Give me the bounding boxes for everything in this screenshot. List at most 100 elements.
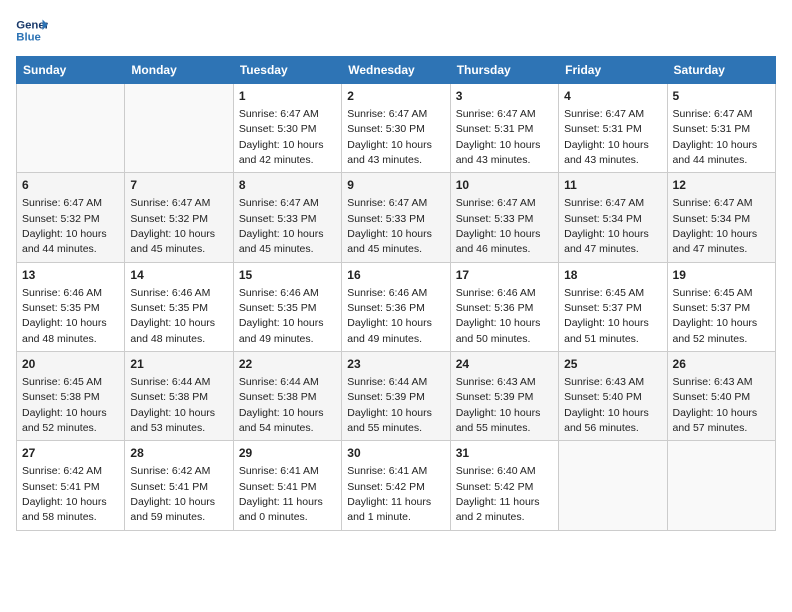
header-tuesday: Tuesday bbox=[233, 57, 341, 84]
cell-info: Sunrise: 6:47 AMSunset: 5:31 PMDaylight:… bbox=[564, 108, 649, 166]
calendar-cell: 14 Sunrise: 6:46 AMSunset: 5:35 PMDayligh… bbox=[125, 262, 233, 351]
cell-info: Sunrise: 6:44 AMSunset: 5:38 PMDaylight:… bbox=[130, 376, 215, 434]
svg-text:Blue: Blue bbox=[16, 32, 41, 44]
calendar-cell: 5 Sunrise: 6:47 AMSunset: 5:31 PMDaylight… bbox=[667, 84, 775, 173]
week-row-4: 20 Sunrise: 6:45 AMSunset: 5:38 PMDayligh… bbox=[17, 352, 776, 441]
cell-info: Sunrise: 6:47 AMSunset: 5:33 PMDaylight:… bbox=[347, 197, 432, 255]
day-number: 25 bbox=[564, 356, 661, 373]
calendar-cell bbox=[17, 84, 125, 173]
calendar-cell: 31 Sunrise: 6:40 AMSunset: 5:42 PMDayligh… bbox=[450, 441, 558, 530]
header-thursday: Thursday bbox=[450, 57, 558, 84]
page-header: General Blue bbox=[16, 16, 776, 44]
day-number: 11 bbox=[564, 177, 661, 194]
calendar-cell: 28Sunrise: 6:42 AMSunset: 5:41 PMDayligh… bbox=[125, 441, 233, 530]
cell-info: Sunrise: 6:46 AMSunset: 5:36 PMDaylight:… bbox=[347, 287, 432, 345]
calendar-cell: 23 Sunrise: 6:44 AMSunset: 5:39 PMDayligh… bbox=[342, 352, 450, 441]
calendar-cell: 15 Sunrise: 6:46 AMSunset: 5:35 PMDayligh… bbox=[233, 262, 341, 351]
calendar-cell: 6Sunrise: 6:47 AMSunset: 5:32 PMDaylight… bbox=[17, 173, 125, 262]
calendar-cell: 19 Sunrise: 6:45 AMSunset: 5:37 PMDayligh… bbox=[667, 262, 775, 351]
day-number: 16 bbox=[347, 267, 444, 284]
day-number: 23 bbox=[347, 356, 444, 373]
calendar-cell: 10Sunrise: 6:47 AMSunset: 5:33 PMDayligh… bbox=[450, 173, 558, 262]
cell-info: Sunrise: 6:46 AMSunset: 5:35 PMDaylight:… bbox=[239, 287, 324, 345]
calendar-cell: 22 Sunrise: 6:44 AMSunset: 5:38 PMDayligh… bbox=[233, 352, 341, 441]
day-number: 18 bbox=[564, 267, 661, 284]
calendar-cell: 17 Sunrise: 6:46 AMSunset: 5:36 PMDayligh… bbox=[450, 262, 558, 351]
day-number: 4 bbox=[564, 88, 661, 105]
cell-info: Sunrise: 6:45 AMSunset: 5:38 PMDaylight:… bbox=[22, 376, 107, 434]
day-number: 8 bbox=[239, 177, 336, 194]
week-row-1: 1 Sunrise: 6:47 AMSunset: 5:30 PMDaylight… bbox=[17, 84, 776, 173]
day-number: 29 bbox=[239, 445, 336, 462]
header-wednesday: Wednesday bbox=[342, 57, 450, 84]
header-friday: Friday bbox=[559, 57, 667, 84]
cell-info: Sunrise: 6:46 AMSunset: 5:36 PMDaylight:… bbox=[456, 287, 541, 345]
calendar-cell: 4 Sunrise: 6:47 AMSunset: 5:31 PMDaylight… bbox=[559, 84, 667, 173]
calendar-cell: 9 Sunrise: 6:47 AMSunset: 5:33 PMDaylight… bbox=[342, 173, 450, 262]
day-number: 6 bbox=[22, 177, 119, 194]
week-row-5: 27 Sunrise: 6:42 AMSunset: 5:41 PMDayligh… bbox=[17, 441, 776, 530]
calendar-cell bbox=[125, 84, 233, 173]
calendar-cell: 3Sunrise: 6:47 AMSunset: 5:31 PMDaylight… bbox=[450, 84, 558, 173]
day-number: 14 bbox=[130, 267, 227, 284]
day-number: 7 bbox=[130, 177, 227, 194]
logo: General Blue bbox=[16, 16, 52, 44]
cell-info: Sunrise: 6:46 AMSunset: 5:35 PMDaylight:… bbox=[22, 287, 107, 345]
day-number: 1 bbox=[239, 88, 336, 105]
cell-info: Sunrise: 6:47 AMSunset: 5:30 PMDaylight:… bbox=[239, 108, 324, 166]
day-number: 2 bbox=[347, 88, 444, 105]
cell-info: Sunrise: 6:46 AMSunset: 5:35 PMDaylight:… bbox=[130, 287, 215, 345]
cell-info: Sunrise: 6:47 AMSunset: 5:34 PMDaylight:… bbox=[673, 197, 758, 255]
day-number: 9 bbox=[347, 177, 444, 194]
cell-info: Sunrise: 6:45 AMSunset: 5:37 PMDaylight:… bbox=[673, 287, 758, 345]
calendar-cell: 26Sunrise: 6:43 AMSunset: 5:40 PMDayligh… bbox=[667, 352, 775, 441]
cell-info: Sunrise: 6:47 AMSunset: 5:34 PMDaylight:… bbox=[564, 197, 649, 255]
day-number: 31 bbox=[456, 445, 553, 462]
cell-info: Sunrise: 6:42 AMSunset: 5:41 PMDaylight:… bbox=[130, 465, 215, 523]
calendar-cell: 24Sunrise: 6:43 AMSunset: 5:39 PMDayligh… bbox=[450, 352, 558, 441]
day-number: 27 bbox=[22, 445, 119, 462]
calendar-cell: 8 Sunrise: 6:47 AMSunset: 5:33 PMDaylight… bbox=[233, 173, 341, 262]
cell-info: Sunrise: 6:41 AMSunset: 5:42 PMDaylight:… bbox=[347, 465, 431, 523]
cell-info: Sunrise: 6:47 AMSunset: 5:33 PMDaylight:… bbox=[239, 197, 324, 255]
calendar-table: SundayMondayTuesdayWednesdayThursdayFrid… bbox=[16, 56, 776, 531]
logo-icon: General Blue bbox=[16, 16, 48, 44]
day-number: 21 bbox=[130, 356, 227, 373]
header-monday: Monday bbox=[125, 57, 233, 84]
calendar-cell: 20 Sunrise: 6:45 AMSunset: 5:38 PMDayligh… bbox=[17, 352, 125, 441]
header-saturday: Saturday bbox=[667, 57, 775, 84]
day-number: 13 bbox=[22, 267, 119, 284]
cell-info: Sunrise: 6:47 AMSunset: 5:30 PMDaylight:… bbox=[347, 108, 432, 166]
day-number: 5 bbox=[673, 88, 770, 105]
calendar-cell: 11 Sunrise: 6:47 AMSunset: 5:34 PMDayligh… bbox=[559, 173, 667, 262]
header-sunday: Sunday bbox=[17, 57, 125, 84]
day-number: 15 bbox=[239, 267, 336, 284]
calendar-cell bbox=[559, 441, 667, 530]
cell-info: Sunrise: 6:47 AMSunset: 5:32 PMDaylight:… bbox=[130, 197, 215, 255]
day-number: 30 bbox=[347, 445, 444, 462]
cell-info: Sunrise: 6:42 AMSunset: 5:41 PMDaylight:… bbox=[22, 465, 107, 523]
day-number: 24 bbox=[456, 356, 553, 373]
cell-info: Sunrise: 6:44 AMSunset: 5:38 PMDaylight:… bbox=[239, 376, 324, 434]
cell-info: Sunrise: 6:40 AMSunset: 5:42 PMDaylight:… bbox=[456, 465, 540, 523]
day-number: 20 bbox=[22, 356, 119, 373]
calendar-cell: 18Sunrise: 6:45 AMSunset: 5:37 PMDayligh… bbox=[559, 262, 667, 351]
calendar-cell: 30 Sunrise: 6:41 AMSunset: 5:42 PMDayligh… bbox=[342, 441, 450, 530]
cell-info: Sunrise: 6:44 AMSunset: 5:39 PMDaylight:… bbox=[347, 376, 432, 434]
week-row-3: 13 Sunrise: 6:46 AMSunset: 5:35 PMDayligh… bbox=[17, 262, 776, 351]
calendar-cell: 16 Sunrise: 6:46 AMSunset: 5:36 PMDayligh… bbox=[342, 262, 450, 351]
cell-info: Sunrise: 6:47 AMSunset: 5:31 PMDaylight:… bbox=[456, 108, 541, 166]
day-number: 19 bbox=[673, 267, 770, 284]
calendar-header: SundayMondayTuesdayWednesdayThursdayFrid… bbox=[17, 57, 776, 84]
day-number: 22 bbox=[239, 356, 336, 373]
calendar-cell: 29Sunrise: 6:41 AMSunset: 5:41 PMDayligh… bbox=[233, 441, 341, 530]
week-row-2: 6 Sunrise: 6:47 AMSunset: 5:32 PMDaylight… bbox=[17, 173, 776, 262]
day-number: 17 bbox=[456, 267, 553, 284]
calendar-cell: 27 Sunrise: 6:42 AMSunset: 5:41 PMDayligh… bbox=[17, 441, 125, 530]
cell-info: Sunrise: 6:47 AMSunset: 5:31 PMDaylight:… bbox=[673, 108, 758, 166]
calendar-cell: 2 Sunrise: 6:47 AMSunset: 5:30 PMDaylight… bbox=[342, 84, 450, 173]
day-number: 10 bbox=[456, 177, 553, 194]
calendar-cell: 21 Sunrise: 6:44 AMSunset: 5:38 PMDayligh… bbox=[125, 352, 233, 441]
cell-info: Sunrise: 6:43 AMSunset: 5:40 PMDaylight:… bbox=[673, 376, 758, 434]
calendar-cell: 13 Sunrise: 6:46 AMSunset: 5:35 PMDayligh… bbox=[17, 262, 125, 351]
